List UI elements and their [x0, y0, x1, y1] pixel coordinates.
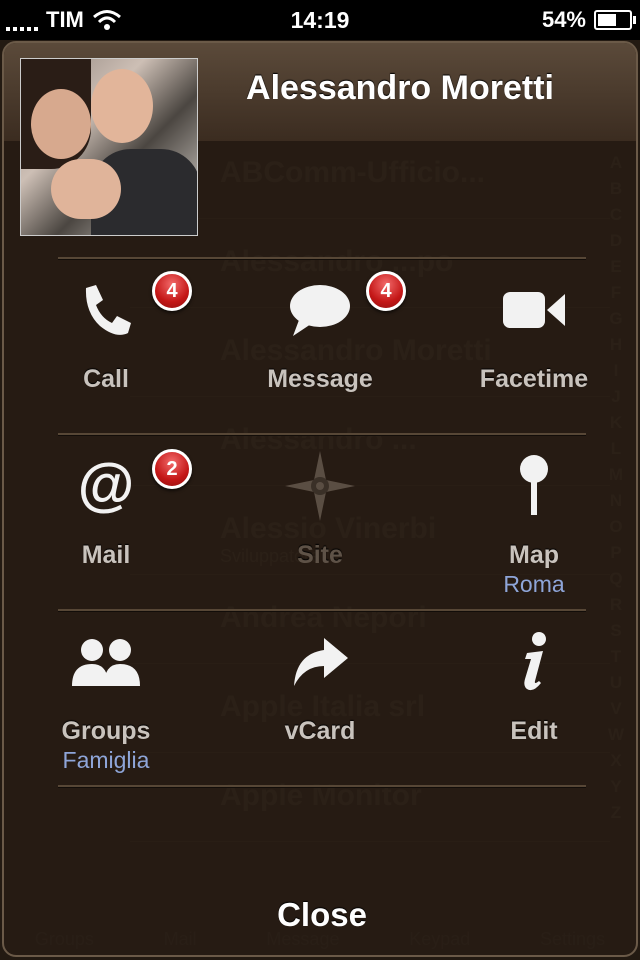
groups-label: Groups — [61, 717, 151, 745]
battery-icon — [594, 10, 636, 30]
groups-sublabel: Famiglia — [62, 747, 150, 773]
map-button[interactable]: Map Roma — [434, 447, 634, 607]
edit-label: Edit — [510, 717, 558, 745]
at-sign-icon: @ — [78, 456, 135, 516]
close-button[interactable]: Close — [172, 885, 472, 945]
info-icon — [524, 632, 546, 691]
facetime-label: Facetime — [479, 365, 589, 393]
divider — [58, 609, 586, 612]
message-button[interactable]: 4 Message — [220, 271, 420, 431]
share-arrow-icon — [294, 638, 348, 686]
mail-label: Mail — [81, 541, 131, 569]
contact-photo[interactable] — [20, 58, 198, 236]
phone-icon — [85, 285, 131, 335]
groups-icon — [72, 639, 140, 686]
status-right: 54% — [541, 7, 636, 33]
call-badge: 4 — [152, 271, 192, 311]
call-label: Call — [83, 365, 129, 393]
map-label: Map — [509, 541, 559, 569]
map-sublabel: Roma — [503, 571, 565, 597]
vcard-label: vCard — [284, 717, 356, 745]
site-label: Site — [297, 541, 343, 569]
contact-name: Alessandro Moretti — [246, 69, 554, 107]
vcard-button[interactable]: vCard — [220, 623, 420, 783]
groups-button[interactable]: Groups Famiglia — [6, 623, 206, 783]
site-button: Site — [220, 447, 420, 607]
mail-button[interactable]: @ 2 Mail — [6, 447, 206, 607]
facetime-button[interactable]: Facetime — [434, 271, 634, 431]
message-badge: 4 — [366, 271, 406, 311]
mail-badge: 2 — [152, 449, 192, 489]
video-camera-icon — [503, 292, 565, 328]
battery-percent: 54% — [541, 7, 586, 32]
divider — [58, 433, 586, 436]
divider — [58, 257, 586, 260]
contact-actions-sheet: Alessandro Moretti 4 Call 4 Message Face… — [2, 41, 638, 957]
speech-bubble-icon — [290, 285, 350, 336]
status-bar: TIM 14:19 54% — [0, 0, 640, 40]
message-label: Message — [267, 365, 373, 393]
map-pin-icon — [520, 455, 548, 515]
svg-text:@: @ — [78, 456, 135, 516]
edit-button[interactable]: Edit — [434, 623, 634, 783]
compass-icon — [285, 451, 355, 521]
divider — [58, 785, 586, 788]
call-button[interactable]: 4 Call — [6, 271, 206, 431]
